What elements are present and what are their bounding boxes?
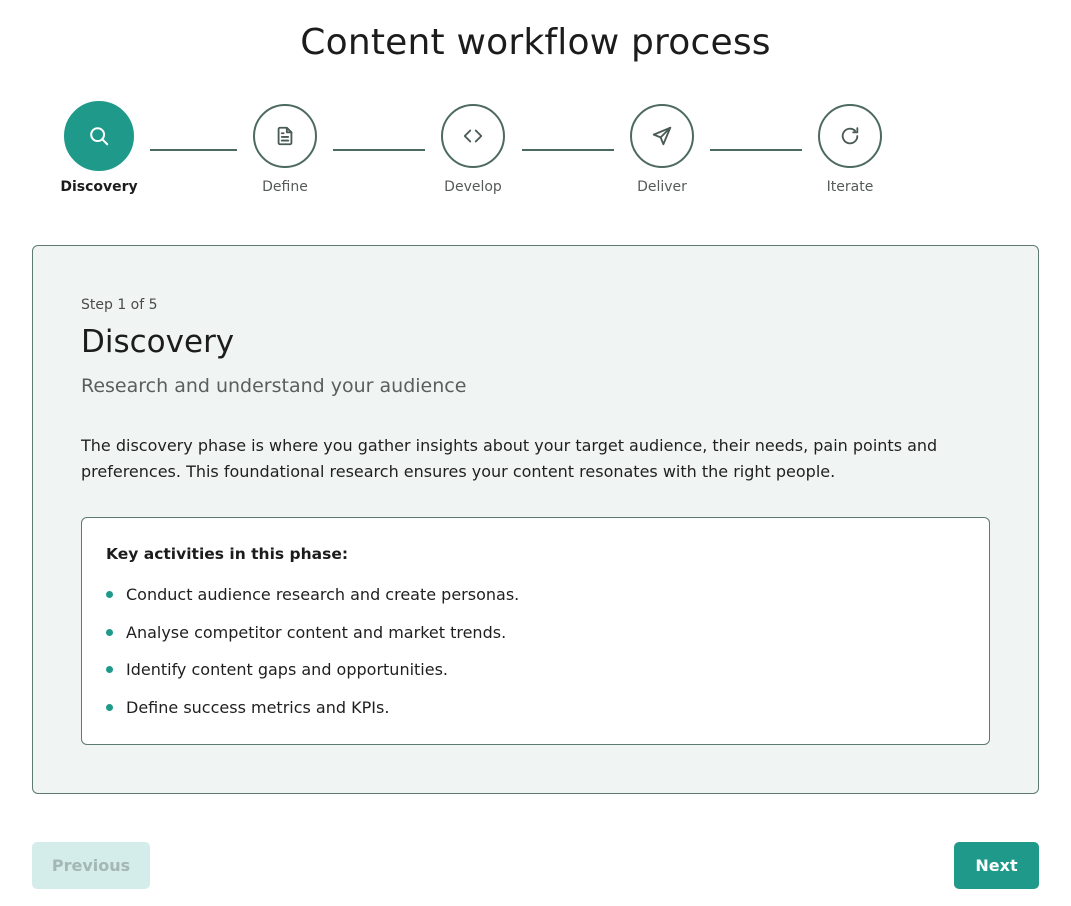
step-define[interactable]: Define [230,100,340,195]
phase-title: Discovery [81,324,235,360]
step-label: Iterate [826,179,874,195]
step-circle [441,104,505,168]
step-discovery[interactable]: Discovery [44,100,154,195]
step-connector [333,149,425,151]
step-label: Define [262,179,308,195]
step-circle [64,101,134,171]
key-activities-heading: Key activities in this phase: [106,545,349,563]
bullet-icon [106,591,113,598]
document-icon [277,126,293,146]
page-title: Content workflow process [300,22,771,63]
key-activities-card: Key activities in this phase: Conduct au… [81,517,990,745]
activity-text: Analyse competitor content and market tr… [126,622,507,642]
refresh-icon [841,127,859,145]
step-develop[interactable]: Develop [418,100,528,195]
next-button[interactable]: Next [954,842,1039,889]
step-connector [522,149,614,151]
phase-subtitle: Research and understand your audience [81,375,467,397]
step-iterate[interactable]: Iterate [795,100,905,195]
workflow-stepper: Discovery Define Develop Deliver Iterate [0,100,1071,210]
step-deliver[interactable]: Deliver [607,100,717,195]
bullet-icon [106,666,113,673]
list-item: Identify content gaps and opportunities. [106,660,519,698]
activity-text: Define success metrics and KPIs. [126,697,390,717]
list-item: Define success metrics and KPIs. [106,698,519,736]
step-circle [630,104,694,168]
step-connector [710,149,802,151]
search-icon [90,127,109,146]
list-item: Analyse competitor content and market tr… [106,623,519,661]
activity-text: Identify content gaps and opportunities. [126,660,449,679]
step-label: Discovery [60,179,138,195]
bullet-icon [106,703,113,711]
step-label: Deliver [637,179,687,195]
step-label: Develop [444,179,502,195]
code-icon [463,129,483,143]
phase-description: The discovery phase is where you gather … [81,436,938,481]
phase-panel: Step 1 of 5 Discovery Research and under… [32,245,1039,794]
step-count: Step 1 of 5 [81,297,158,313]
step-circle [253,104,317,168]
step-connector [150,149,237,151]
bullet-icon [106,628,113,636]
previous-button[interactable]: Previous [32,842,150,889]
step-circle [818,104,882,168]
activity-text: Conduct audience research and create per… [126,585,520,604]
list-item: Conduct audience research and create per… [106,585,519,623]
activity-list: Conduct audience research and create per… [106,585,519,735]
send-icon [652,126,672,146]
